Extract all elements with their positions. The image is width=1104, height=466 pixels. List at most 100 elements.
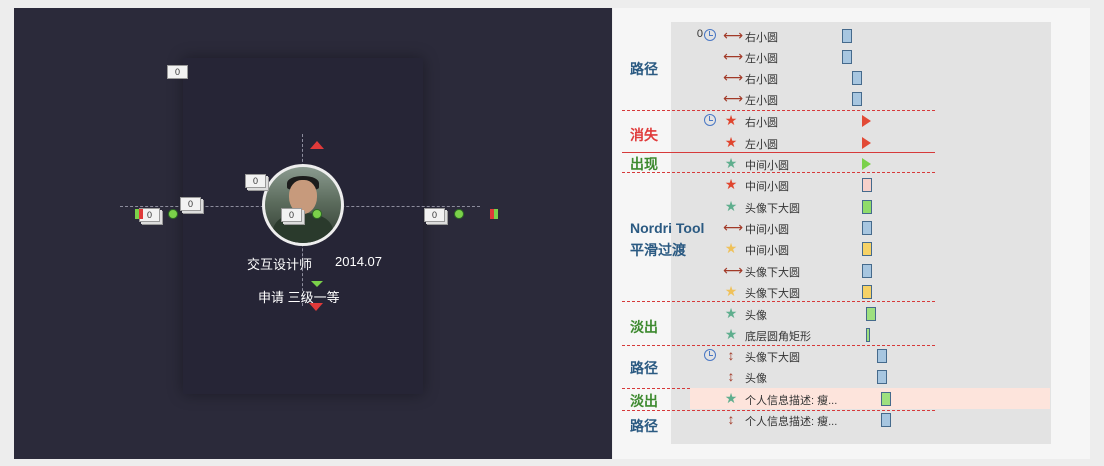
timing-bar[interactable] (852, 71, 862, 85)
row-label: 头像下大圆 (745, 352, 800, 364)
star-red-icon: ★ (724, 176, 738, 192)
path-horizontal-icon: ⟷ (723, 27, 744, 43)
timing-bar[interactable] (862, 242, 872, 256)
timeline-row[interactable]: ↕ 头像 (690, 366, 1050, 387)
timing-bar[interactable] (862, 115, 871, 127)
row-label: 头像下大圆 (745, 267, 800, 279)
star-green-icon: ★ (724, 390, 738, 406)
timing-bar[interactable] (862, 285, 872, 299)
timing-bar[interactable] (842, 50, 852, 64)
row-label: 左小圆 (745, 53, 778, 65)
timeline-row[interactable]: ↕ 头像下大圆 (690, 345, 1050, 366)
row-label: 中间小圆 (745, 245, 789, 257)
timeline-row[interactable]: 0 ⟷ 右小圆 (690, 25, 1050, 46)
path-node-marker[interactable] (312, 209, 322, 219)
timeline-row[interactable]: ★ 中间小圆 (690, 153, 1050, 174)
path-vertical-icon: ↕ (727, 347, 735, 363)
timeline-row[interactable]: ★ 头像下大圆 (690, 281, 1050, 302)
profile-desc: 申请 三级一等 (258, 290, 340, 305)
timing-bar[interactable] (862, 137, 871, 149)
star-red-icon: ★ (724, 112, 738, 128)
timeline-row[interactable]: ⟷ 左小圆 (690, 46, 1050, 67)
keyframe-tag[interactable]: 0 (245, 174, 266, 188)
star-green-icon: ★ (724, 326, 738, 342)
group-label-fade-out: 淡出 (630, 393, 658, 409)
path-node-marker[interactable] (168, 209, 178, 219)
timing-bar[interactable] (877, 349, 887, 363)
row-label: 个人信息描述: 瘦... (745, 416, 838, 428)
group-label-entrance: 出现 (630, 156, 658, 172)
path-vertical-icon: ↕ (727, 368, 735, 384)
keyframe-tag[interactable]: 0 (167, 65, 188, 79)
path-endpoint-marker[interactable] (135, 209, 143, 219)
path-vertical-icon: ↕ (727, 411, 735, 427)
clock-icon (704, 29, 716, 41)
keyframe-tag[interactable]: 0 (424, 208, 445, 222)
timing-bar[interactable] (852, 92, 862, 106)
motion-path-start-marker[interactable] (311, 281, 323, 287)
row-label: 右小圆 (745, 117, 778, 129)
star-green-icon: ★ (724, 198, 738, 214)
timeline-row[interactable]: ⟷ 中间小圆 (690, 217, 1050, 238)
timeline-row[interactable]: ↕ 个人信息描述: 瘦... (690, 409, 1050, 430)
row-label: 中间小圆 (745, 160, 789, 172)
row-label: 个人信息描述: 瘦... (745, 395, 838, 407)
motion-path-end-marker[interactable] (310, 141, 324, 149)
group-label-exit: 消失 (630, 127, 658, 143)
star-red-icon: ★ (724, 134, 738, 150)
timeline-row[interactable]: ⟷ 头像下大圆 (690, 260, 1050, 281)
group-label-path: 路径 (630, 418, 658, 434)
keyframe-tag[interactable]: 0 (281, 208, 302, 222)
motion-path-end-marker[interactable] (309, 303, 323, 311)
star-green-icon: ★ (724, 305, 738, 321)
timeline-row[interactable]: ★ 个人信息描述: 瘦... (690, 388, 1050, 409)
row-label: 头像 (745, 310, 767, 322)
timing-bar[interactable] (866, 328, 870, 342)
timing-bar[interactable] (862, 158, 871, 170)
row-label: 左小圆 (745, 139, 778, 151)
timing-bar[interactable] (862, 200, 872, 214)
profile-date: 2014.07 (335, 254, 382, 269)
row-delay-number: 0 (696, 28, 703, 40)
profile-name: 交互设计师 (247, 257, 313, 272)
timing-bar[interactable] (866, 307, 876, 321)
timeline-row[interactable]: ★ 左小圆 (690, 132, 1050, 153)
timeline-row[interactable]: ★ 中间小圆 (690, 238, 1050, 259)
path-horizontal-icon: ⟷ (723, 262, 744, 278)
timing-bar[interactable] (877, 370, 887, 384)
timeline-row[interactable]: ★ 头像 (690, 303, 1050, 324)
timing-bar[interactable] (881, 392, 891, 406)
keyframe-tag[interactable]: 0 (180, 197, 201, 211)
group-label-fade-out: 淡出 (630, 319, 658, 335)
row-label: 右小圆 (745, 32, 778, 44)
row-label: 头像下大圆 (745, 288, 800, 300)
clock-icon (704, 114, 716, 126)
timeline-row[interactable]: ★ 中间小圆 (690, 174, 1050, 195)
clock-icon (704, 349, 716, 361)
path-horizontal-icon: ⟷ (723, 69, 744, 85)
timing-bar[interactable] (862, 264, 872, 278)
timeline-row[interactable]: ⟷ 右小圆 (690, 67, 1050, 88)
row-label: 底层圆角矩形 (745, 331, 811, 343)
row-label: 右小圆 (745, 74, 778, 86)
timeline-row[interactable]: ⟷ 左小圆 (690, 88, 1050, 109)
path-node-marker[interactable] (454, 209, 464, 219)
path-endpoint-marker[interactable] (490, 209, 498, 219)
timing-bar[interactable] (881, 413, 891, 427)
timing-bar[interactable] (842, 29, 852, 43)
timeline-row[interactable]: ★ 底层圆角矩形 (690, 324, 1050, 345)
timing-bar[interactable] (862, 221, 872, 235)
timing-bar[interactable] (862, 178, 872, 192)
row-label: 中间小圆 (745, 181, 789, 193)
avatar[interactable] (262, 164, 344, 246)
star-green-icon: ★ (724, 155, 738, 171)
timeline-row[interactable]: ★ 右小圆 (690, 110, 1050, 131)
group-label-path: 路径 (630, 360, 658, 376)
group-label-smooth-transition: 平滑过渡 (630, 242, 686, 258)
row-label: 头像下大圆 (745, 203, 800, 215)
timeline-row[interactable]: ★ 头像下大圆 (690, 196, 1050, 217)
path-horizontal-icon: ⟷ (723, 90, 744, 106)
path-horizontal-icon: ⟷ (723, 48, 744, 64)
row-label: 头像 (745, 373, 767, 385)
star-yellow-icon: ★ (724, 283, 738, 299)
